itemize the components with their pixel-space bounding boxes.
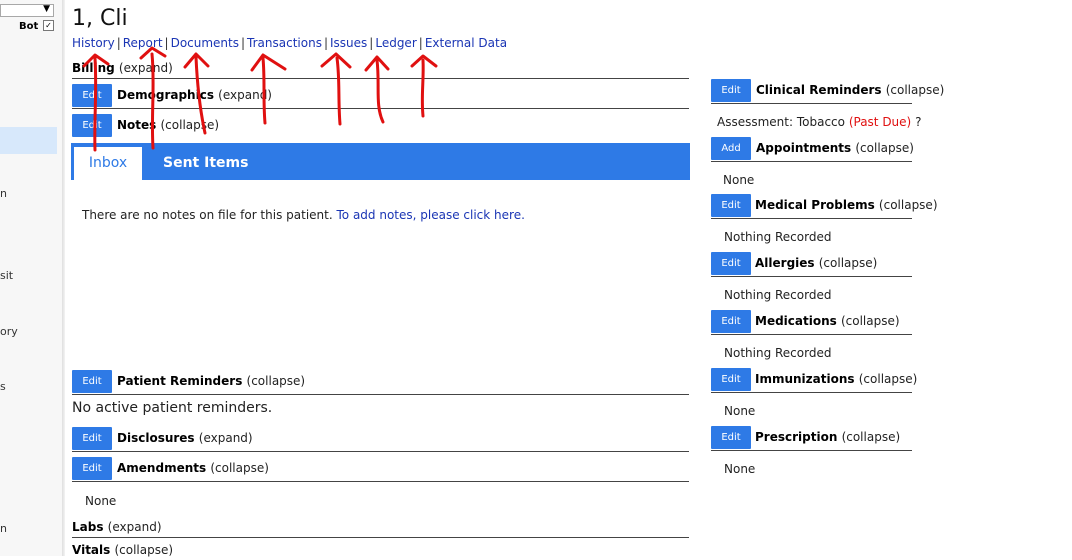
prescription-title[interactable]: Prescription (collapse)	[755, 430, 900, 444]
labs-section: Labs (expand)	[72, 519, 689, 538]
nav-history-link[interactable]: History	[72, 36, 115, 50]
clinical-reminders-edit-button[interactable]: Edit	[711, 79, 751, 102]
nav-separator: |	[116, 36, 121, 50]
demographics-edit-button[interactable]: Edit	[72, 84, 112, 107]
left-nav-item-cut[interactable]: n	[0, 522, 7, 535]
past-due-badge: (Past Due)	[848, 115, 912, 129]
left-nav-item-cut[interactable]: sit	[0, 269, 13, 282]
tab-sent-items[interactable]: Sent Items	[163, 147, 248, 180]
help-icon[interactable]: ?	[915, 115, 921, 129]
clinical-reminders-title[interactable]: Clinical Reminders (collapse)	[756, 83, 944, 97]
chevron-down-icon: ▼	[43, 4, 50, 14]
clinical-reminders-section: Edit Clinical Reminders (collapse)	[711, 78, 944, 104]
allergies-section: Edit Allergies (collapse)	[711, 251, 912, 277]
medications-edit-button[interactable]: Edit	[711, 310, 751, 333]
allergies-body: Nothing Recorded	[724, 288, 832, 302]
nav-documents-link[interactable]: Documents	[171, 36, 239, 50]
appointments-body: None	[723, 173, 755, 187]
immunizations-title[interactable]: Immunizations (collapse)	[755, 372, 917, 386]
medical-problems-section: Edit Medical Problems (collapse)	[711, 193, 938, 219]
nav-transactions-link[interactable]: Transactions	[247, 36, 322, 50]
patient-name: 1, Cli	[72, 6, 128, 31]
vitals-title[interactable]: Vitals (collapse)	[72, 543, 173, 557]
billing-section: Billing (expand)	[72, 60, 689, 79]
notes-edit-button[interactable]: Edit	[72, 114, 112, 137]
clinical-reminder-item: Assessment: Tobacco (Past Due) ?	[717, 115, 922, 129]
left-nav-selected-item[interactable]	[0, 127, 57, 154]
demographics-section: Edit Demographics (expand)	[72, 83, 689, 109]
prescription-body: None	[724, 462, 756, 476]
immunizations-edit-button[interactable]: Edit	[711, 368, 751, 391]
nav-ledger-link[interactable]: Ledger	[375, 36, 416, 50]
bot-checkbox[interactable]: ✓	[43, 20, 54, 31]
immunizations-body: None	[724, 404, 756, 418]
notes-section: Edit Notes (collapse)	[72, 113, 689, 138]
patient-reminders-title[interactable]: Patient Reminders (collapse)	[117, 374, 305, 388]
prescription-edit-button[interactable]: Edit	[711, 426, 751, 449]
billing-title[interactable]: Billing (expand)	[72, 61, 173, 75]
vitals-section: Vitals (collapse)	[72, 542, 689, 560]
nav-separator: |	[241, 36, 246, 50]
amendments-body: None	[85, 494, 117, 508]
appointments-section: Add Appointments (collapse)	[711, 136, 914, 162]
nav-external-data-link[interactable]: External Data	[425, 36, 507, 50]
prescription-section: Edit Prescription (collapse)	[711, 425, 912, 451]
left-nav-item-cut[interactable]: n	[0, 187, 7, 200]
bot-label: Bot	[19, 21, 39, 32]
nav-report-link[interactable]: Report	[123, 36, 163, 50]
allergies-title[interactable]: Allergies (collapse)	[755, 256, 877, 270]
labs-title[interactable]: Labs (expand)	[72, 520, 162, 534]
notes-tab-bar: Inbox Sent Items	[71, 143, 690, 180]
tab-inbox[interactable]: Inbox	[74, 147, 142, 180]
patient-nav-links: History | Report | Documents | Transactions | Is…	[72, 36, 507, 50]
medical-problems-edit-button[interactable]: Edit	[711, 194, 751, 217]
frame-splitter[interactable]	[62, 0, 65, 556]
disclosures-title[interactable]: Disclosures (expand)	[117, 431, 253, 445]
demographics-title[interactable]: Demographics (expand)	[117, 88, 272, 102]
nav-separator: |	[164, 36, 169, 50]
amendments-edit-button[interactable]: Edit	[72, 457, 112, 480]
medications-body: Nothing Recorded	[724, 346, 832, 360]
notes-title[interactable]: Notes (collapse)	[117, 118, 219, 132]
medical-problems-body: Nothing Recorded	[724, 230, 832, 244]
nav-issues-link[interactable]: Issues	[330, 36, 367, 50]
left-nav-item-cut[interactable]: ory	[0, 325, 18, 338]
patient-reminders-body: No active patient reminders.	[72, 400, 273, 416]
disclosures-edit-button[interactable]: Edit	[72, 427, 112, 450]
patient-reminders-edit-button[interactable]: Edit	[72, 370, 112, 393]
left-frame-select[interactable]: ▼	[0, 4, 54, 17]
add-notes-link[interactable]: To add notes, please click here.	[337, 208, 525, 222]
left-nav-item-cut[interactable]: s	[0, 380, 6, 393]
medications-title[interactable]: Medications (collapse)	[755, 314, 900, 328]
nav-separator: |	[418, 36, 423, 50]
nav-separator: |	[323, 36, 328, 50]
appointments-add-button[interactable]: Add	[711, 137, 751, 160]
allergies-edit-button[interactable]: Edit	[711, 252, 751, 275]
notes-empty-message: There are no notes on file for this pati…	[82, 208, 525, 222]
left-navigation-frame: ▼ Bot ✓ n sit ory s n	[0, 0, 63, 556]
medications-section: Edit Medications (collapse)	[711, 309, 912, 335]
amendments-section: Edit Amendments (collapse)	[72, 456, 689, 482]
immunizations-section: Edit Immunizations (collapse)	[711, 367, 917, 393]
patient-reminders-section: Edit Patient Reminders (collapse)	[72, 369, 689, 395]
medical-problems-title[interactable]: Medical Problems (collapse)	[755, 198, 938, 212]
amendments-title[interactable]: Amendments (collapse)	[117, 461, 269, 475]
disclosures-section: Edit Disclosures (expand)	[72, 426, 689, 452]
appointments-title[interactable]: Appointments (collapse)	[756, 141, 914, 155]
